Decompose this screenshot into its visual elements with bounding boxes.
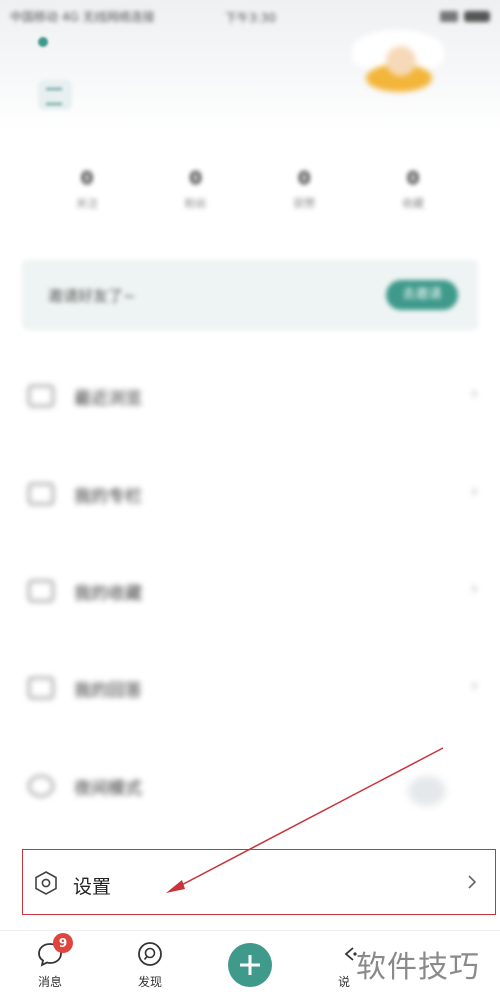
menu-item-column[interactable]: 我的专栏 › [0, 465, 500, 525]
battery-icon [464, 10, 490, 22]
settings-row[interactable]: 设置 [22, 849, 496, 915]
night-mode-toggle[interactable] [408, 776, 446, 806]
chevron-right-icon: › [470, 481, 478, 502]
settings-label: 设置 [73, 876, 112, 898]
stat-value: 0 [189, 168, 202, 189]
plus-icon [240, 955, 260, 975]
stat-label: 收藏 [401, 197, 424, 210]
status-time: 下午3:30 [225, 11, 276, 25]
menu-item-label: 我的收藏 [74, 584, 142, 604]
moon-icon [28, 775, 54, 797]
signal-icon [440, 10, 458, 22]
stat-value: 0 [80, 168, 94, 189]
chevron-right-icon: › [470, 383, 478, 404]
share-icon [344, 947, 357, 961]
nav-label: 消息 [37, 975, 62, 989]
chevron-right-icon: › [470, 578, 478, 599]
chevron-right-icon [468, 875, 477, 889]
add-post-button[interactable] [228, 943, 272, 987]
menu-item-label: 夜间模式 [74, 779, 142, 799]
menu-item-label: 我的回答 [74, 681, 142, 701]
hexagon-settings-icon [35, 871, 57, 895]
stat-likes[interactable]: 0 获赞 [269, 168, 339, 224]
column-icon [28, 483, 54, 505]
favorites-icon [28, 580, 54, 602]
nav-messages[interactable]: 9 消息 [20, 933, 80, 990]
message-count-badge: 9 [53, 933, 73, 953]
menu-item-label: 最近浏览 [74, 389, 142, 409]
stat-value: 0 [406, 168, 420, 189]
stat-favorites[interactable]: 0 收藏 [378, 168, 448, 224]
invite-text: 邀请好友了~ [48, 287, 136, 305]
discover-icon [138, 942, 162, 966]
chevron-right-icon: › [470, 675, 478, 696]
menu-item-label: 我的专栏 [74, 487, 142, 507]
stats-row: 0 关注 0 粉丝 0 获赞 0 收藏 [30, 168, 470, 224]
nav-label: 发现 [137, 975, 162, 989]
stat-following[interactable]: 0 关注 [52, 168, 122, 224]
nav-discover[interactable]: 发现 [120, 939, 180, 990]
menu-item-answers[interactable]: 我的回答 › [0, 659, 500, 719]
stat-value: 0 [298, 168, 311, 189]
menu-item-favorites[interactable]: 我的收藏 › [0, 562, 500, 622]
stat-followers[interactable]: 0 粉丝 [161, 168, 231, 224]
stat-label: 关注 [76, 197, 98, 210]
watermark: 软件技巧 [356, 950, 480, 985]
profile-menu-icon[interactable] [38, 80, 72, 110]
stat-label: 粉丝 [184, 197, 207, 210]
stat-label: 获赞 [293, 197, 316, 210]
online-indicator [38, 37, 48, 47]
document-icon [28, 677, 54, 699]
invite-button[interactable]: 去邀请 [386, 280, 458, 310]
history-icon [28, 385, 54, 407]
avatar[interactable] [352, 22, 444, 92]
menu-item-recent[interactable]: 最近浏览 › [0, 367, 500, 427]
invite-card[interactable]: 邀请好友了~ 去邀请 [22, 260, 478, 330]
